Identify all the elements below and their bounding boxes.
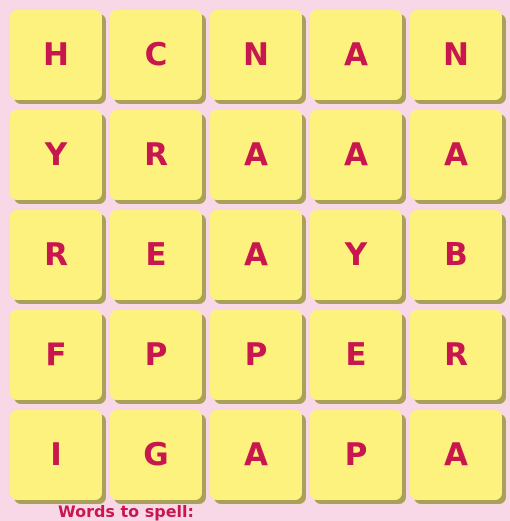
- letter-tile[interactable]: E: [310, 310, 402, 400]
- letter-tile[interactable]: E: [110, 210, 202, 300]
- letter-tile[interactable]: P: [110, 310, 202, 400]
- game-board: HCNANYRAAAREAYBFPPERIGAPA: [0, 0, 510, 511]
- letter-tile[interactable]: R: [10, 210, 102, 300]
- letter-tile[interactable]: R: [110, 110, 202, 200]
- letter-tile[interactable]: Y: [310, 210, 402, 300]
- letter-tile[interactable]: A: [310, 10, 402, 100]
- letter-tile[interactable]: I: [10, 410, 102, 500]
- letter-tile[interactable]: B: [410, 210, 502, 300]
- letter-tile[interactable]: N: [410, 10, 502, 100]
- letter-tile[interactable]: A: [210, 110, 302, 200]
- letter-tile[interactable]: A: [410, 410, 502, 500]
- letter-tile[interactable]: G: [110, 410, 202, 500]
- letter-tile[interactable]: A: [410, 110, 502, 200]
- letter-tile[interactable]: C: [110, 10, 202, 100]
- letter-tile[interactable]: A: [210, 410, 302, 500]
- letter-tile[interactable]: A: [210, 210, 302, 300]
- letter-tile[interactable]: A: [310, 110, 402, 200]
- letter-tile[interactable]: R: [410, 310, 502, 400]
- letter-tile[interactable]: H: [10, 10, 102, 100]
- letter-tile[interactable]: P: [210, 310, 302, 400]
- letter-tile[interactable]: N: [210, 10, 302, 100]
- footer-caption: Words to spell:: [58, 502, 194, 521]
- letter-tile[interactable]: P: [310, 410, 402, 500]
- letter-tile[interactable]: Y: [10, 110, 102, 200]
- letter-tile[interactable]: F: [10, 310, 102, 400]
